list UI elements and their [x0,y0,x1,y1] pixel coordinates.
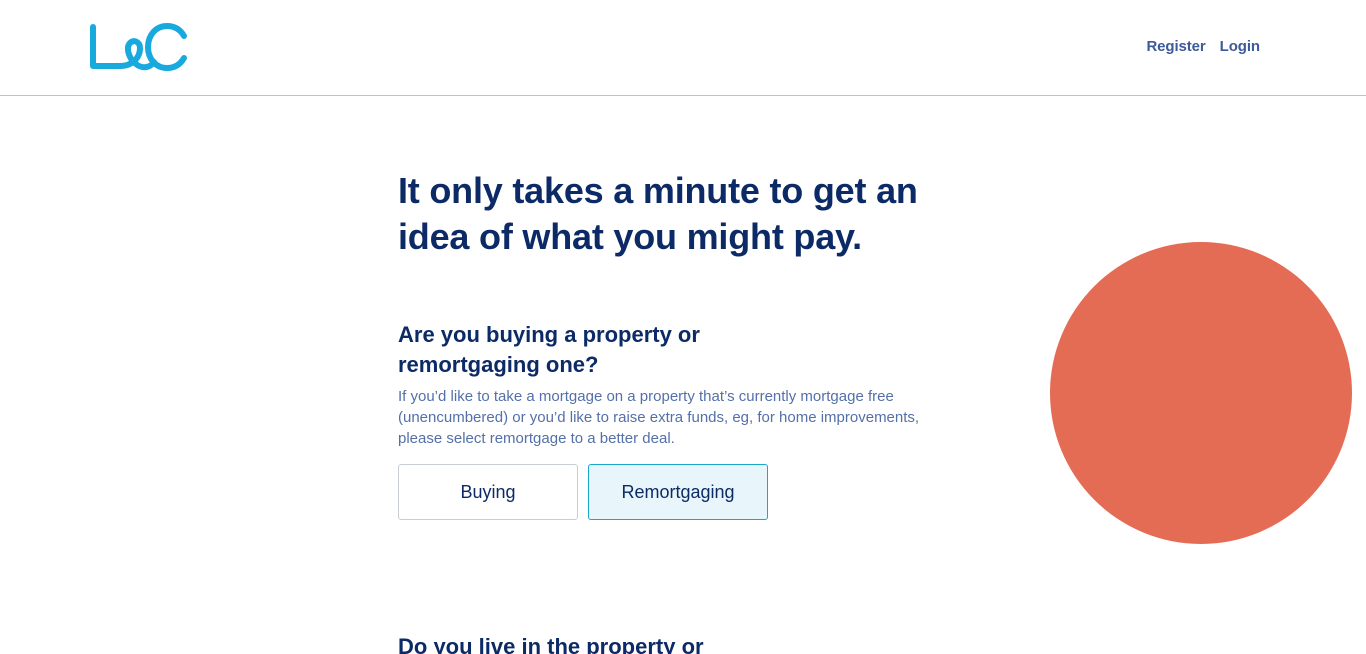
page-title: It only takes a minute to get an idea of… [398,170,918,257]
buying-option-button[interactable]: Buying [398,464,578,520]
question-help-text: If you’d like to take a mortgage on a pr… [398,388,920,447]
question-label: Are you buying a property or remortgagin… [398,322,700,377]
question-purchase-type: Are you buying a property or remortgagin… [398,320,958,520]
lc-logo-icon[interactable] [88,22,190,74]
decorative-circle [1050,242,1352,544]
option-group: Buying Remortgaging [398,464,958,520]
lc-logo-graphic [90,23,187,71]
page: Register Login It only takes a minute to… [0,0,1366,654]
question-occupancy-label: Do you live in the property or [398,634,704,654]
register-link[interactable]: Register [1146,38,1205,55]
header-nav: Register Login [1146,38,1260,55]
site-header: Register Login [0,0,1366,96]
remortgaging-option-button[interactable]: Remortgaging [588,464,768,520]
login-link[interactable]: Login [1220,38,1260,55]
main-content: It only takes a minute to get an idea of… [398,168,958,520]
